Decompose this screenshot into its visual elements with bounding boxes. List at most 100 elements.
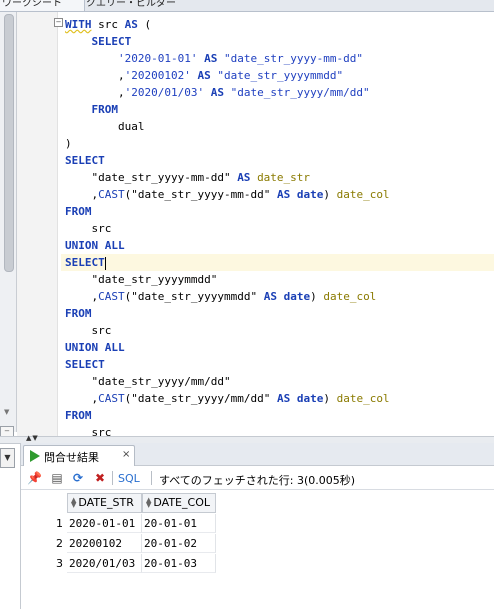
tab-worksheet[interactable]: ワークシート — [0, 0, 85, 11]
code-line[interactable]: ,'2020/01/03' AS "date_str_yyyy/mm/dd" — [65, 84, 494, 101]
code-token: date — [283, 290, 311, 303]
code-token: ("date_str_yyyy/mm/dd" — [124, 392, 277, 405]
code-line[interactable]: ,CAST("date_str_yyyy-mm-dd" AS date) dat… — [65, 186, 494, 203]
code-token: , — [65, 69, 125, 82]
code-token: FROM — [65, 409, 92, 422]
code-token: , — [65, 290, 99, 303]
left-scrollbar-thumb[interactable] — [4, 14, 14, 272]
result-tab-label: 問合せ結果 — [44, 451, 99, 464]
play-icon — [30, 450, 40, 462]
code-line[interactable]: SELECT — [65, 152, 494, 169]
splitter-arrows-icon[interactable]: ▲▼ — [26, 434, 39, 442]
code-area[interactable]: WITH src AS ( SELECT '2020-01-01' AS "da… — [61, 16, 494, 436]
code-token: AS — [204, 52, 218, 65]
code-line[interactable]: WITH src AS ( — [65, 16, 494, 33]
tab-query-result[interactable]: 問合せ結果 × — [23, 445, 135, 466]
row-number[interactable]: 2 — [21, 534, 67, 553]
sort-icon: ▲ ▼ — [71, 496, 77, 509]
code-line[interactable]: ,CAST("date_str_yyyymmdd" AS date) date_… — [65, 288, 494, 305]
query-result-panel: 問合せ結果 × 📌 ▤ ⟳ ✖ SQL すべてのフェッチされた行: 3(0.00… — [20, 443, 494, 609]
table-cell[interactable]: 20-01-01 — [142, 514, 216, 533]
code-line[interactable]: SELECT — [65, 356, 494, 373]
tab-query-builder[interactable]: クエリー・ビルダー — [82, 0, 180, 11]
code-token: src — [65, 426, 112, 436]
sql-editor[interactable]: − WITH src AS ( SELECT '2020-01-01' AS "… — [17, 12, 494, 436]
close-icon[interactable]: × — [122, 449, 130, 460]
code-token: CAST — [98, 392, 125, 405]
refresh-icon[interactable]: ⟳ — [71, 471, 85, 485]
code-line[interactable]: "date_str_yyyymmdd" — [65, 271, 494, 288]
code-line[interactable]: ) — [65, 135, 494, 152]
pin-icon[interactable]: 📌 — [27, 471, 42, 485]
row-number[interactable]: 1 — [21, 514, 67, 533]
code-line[interactable]: FROM — [65, 407, 494, 424]
column-header-date-str[interactable]: ▲ ▼ DATE_STR — [67, 493, 142, 513]
code-line[interactable]: UNION ALL — [65, 237, 494, 254]
code-token: WITH — [65, 18, 92, 31]
code-line[interactable]: dual — [65, 118, 494, 135]
code-token: '2020-01-01' — [117, 52, 198, 65]
code-line[interactable]: UNION ALL — [65, 339, 494, 356]
table-cell[interactable]: 20200102 — [67, 534, 142, 553]
code-line[interactable]: FROM — [65, 305, 494, 322]
toolbar-divider — [151, 471, 152, 485]
editor-gutter — [17, 12, 58, 436]
code-token: FROM — [65, 205, 92, 218]
code-token: date_col — [323, 290, 377, 303]
code-line[interactable]: ,'20200102' AS "date_str_yyyymmdd" — [65, 67, 494, 84]
code-line[interactable]: src — [65, 220, 494, 237]
code-token: ( — [137, 18, 152, 31]
code-token: SELECT — [91, 35, 132, 48]
code-token: , — [65, 86, 125, 99]
code-token: AS — [210, 86, 224, 99]
code-token: '20200102' — [124, 69, 191, 82]
code-token: src — [65, 222, 112, 235]
table-cell[interactable]: 20-01-03 — [142, 554, 216, 573]
sql-link[interactable]: SQL — [118, 472, 140, 485]
code-token: AS — [124, 18, 138, 31]
code-token: AS — [197, 69, 211, 82]
fetch-status-text: すべてのフェッチされた行: 3(0.005秒) — [159, 474, 356, 487]
print-icon[interactable]: ▤ — [50, 471, 64, 485]
top-tab-bar: ワークシート クエリー・ビルダー — [0, 0, 494, 12]
sort-icon: ▲ ▼ — [146, 496, 152, 509]
table-cell[interactable]: 2020/01/03 — [67, 554, 142, 573]
code-token: AS — [276, 392, 291, 405]
code-line[interactable]: FROM — [65, 101, 494, 118]
code-line[interactable]: "date_str_yyyy/mm/dd" — [65, 373, 494, 390]
code-line[interactable]: src — [65, 424, 494, 436]
code-line[interactable]: SELECT — [61, 254, 494, 271]
code-token: FROM — [65, 307, 92, 320]
table-cell[interactable]: 2020-01-01 — [67, 514, 142, 533]
scroll-down-arrow-icon[interactable]: ▼ — [4, 408, 9, 416]
code-line[interactable]: "date_str_yyyy-mm-dd" AS date_str — [65, 169, 494, 186]
code-token: ) — [323, 392, 337, 405]
column-header-date-col[interactable]: ▲ ▼ DATE_COL — [142, 493, 216, 513]
code-token: "date_str_yyyy/mm/dd" — [230, 86, 370, 99]
code-line[interactable]: src — [65, 322, 494, 339]
code-line[interactable]: SELECT — [65, 33, 494, 50]
code-token: ("date_str_yyyymmdd" — [124, 290, 264, 303]
code-line[interactable]: FROM — [65, 203, 494, 220]
code-token: AS — [276, 188, 291, 201]
row-number[interactable]: 3 — [21, 554, 67, 573]
code-token: UNION ALL — [65, 239, 125, 252]
delete-icon[interactable]: ✖ — [93, 471, 107, 485]
code-token: '2020/01/03' — [124, 86, 205, 99]
code-token: date_str — [257, 171, 311, 184]
code-line[interactable]: ,CAST("date_str_yyyy/mm/dd" AS date) dat… — [65, 390, 494, 407]
fold-toggle-icon[interactable]: − — [54, 18, 63, 27]
chevron-down-icon[interactable]: ▼ — [0, 448, 15, 468]
code-token: ("date_str_yyyy-mm-dd" — [124, 188, 277, 201]
code-line[interactable]: '2020-01-01' AS "date_str_yyyy-mm-dd" — [65, 50, 494, 67]
code-token: ) — [65, 137, 72, 150]
table-cell[interactable]: 20-01-02 — [142, 534, 216, 553]
